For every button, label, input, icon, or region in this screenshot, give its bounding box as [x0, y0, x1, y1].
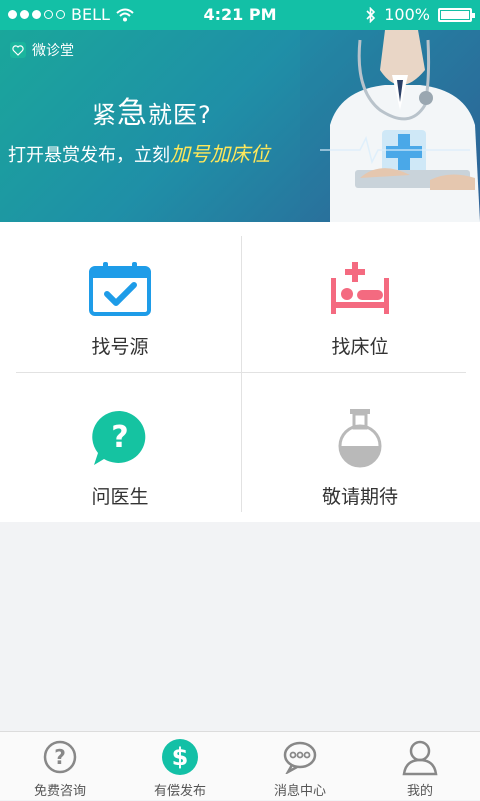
person-icon	[401, 738, 439, 776]
grid-item-label: 敬请期待	[321, 486, 398, 508]
grid-item-coming-soon[interactable]: 敬请期待	[240, 372, 480, 522]
bottom-tab-bar: ? 免费咨询 $ 有偿发布 消息中心 我的	[0, 731, 480, 800]
brand: 微诊堂	[10, 40, 74, 60]
service-grid: 找号源 找床位 ? 问医生 敬请期待	[0, 222, 480, 522]
brand-logo-icon	[10, 42, 26, 58]
promo-banner[interactable]: 微诊堂 紧急就医? 打开悬赏发布，立刻加号加床位	[0, 30, 480, 222]
question-circle-icon: ?	[41, 738, 79, 776]
doctor-illustration	[300, 30, 480, 222]
status-right: 100%	[366, 5, 475, 24]
battery-icon	[438, 7, 475, 22]
status-bar: BELL 4:21 PM 100%	[0, 0, 480, 30]
svg-text:?: ?	[54, 745, 66, 769]
tab-paid-publish[interactable]: $ 有偿发布	[120, 732, 240, 801]
calendar-check-icon	[88, 256, 152, 320]
question-bubble-icon: ?	[88, 406, 152, 470]
tab-profile[interactable]: 我的	[360, 732, 480, 801]
tab-free-consult[interactable]: ? 免费咨询	[0, 732, 120, 801]
svg-text:?: ?	[111, 420, 128, 455]
grid-item-label: 找床位	[331, 336, 389, 358]
banner-subline: 打开悬赏发布，立刻加号加床位	[8, 142, 270, 166]
bluetooth-icon	[366, 6, 376, 23]
grid-item-ask-doctor[interactable]: ? 问医生	[0, 372, 240, 522]
banner-headline: 紧急就医?	[92, 96, 212, 131]
battery-percent: 100%	[384, 5, 430, 24]
chat-bubble-icon	[281, 738, 319, 776]
tab-label: 免费咨询	[33, 784, 86, 799]
brand-name: 微诊堂	[32, 43, 74, 59]
grid-item-find-appointment[interactable]: 找号源	[0, 222, 240, 372]
flask-icon	[328, 406, 392, 470]
grid-item-find-bed[interactable]: 找床位	[240, 222, 480, 372]
tab-label: 我的	[406, 784, 433, 799]
tab-label: 消息中心	[273, 784, 326, 799]
svg-text:$: $	[172, 743, 189, 771]
tab-messages[interactable]: 消息中心	[240, 732, 360, 801]
grid-item-label: 问医生	[91, 486, 149, 508]
hospital-bed-icon	[328, 256, 392, 320]
tab-label: 有偿发布	[153, 784, 206, 799]
grid-item-label: 找号源	[91, 336, 149, 358]
dollar-circle-icon: $	[161, 738, 199, 776]
